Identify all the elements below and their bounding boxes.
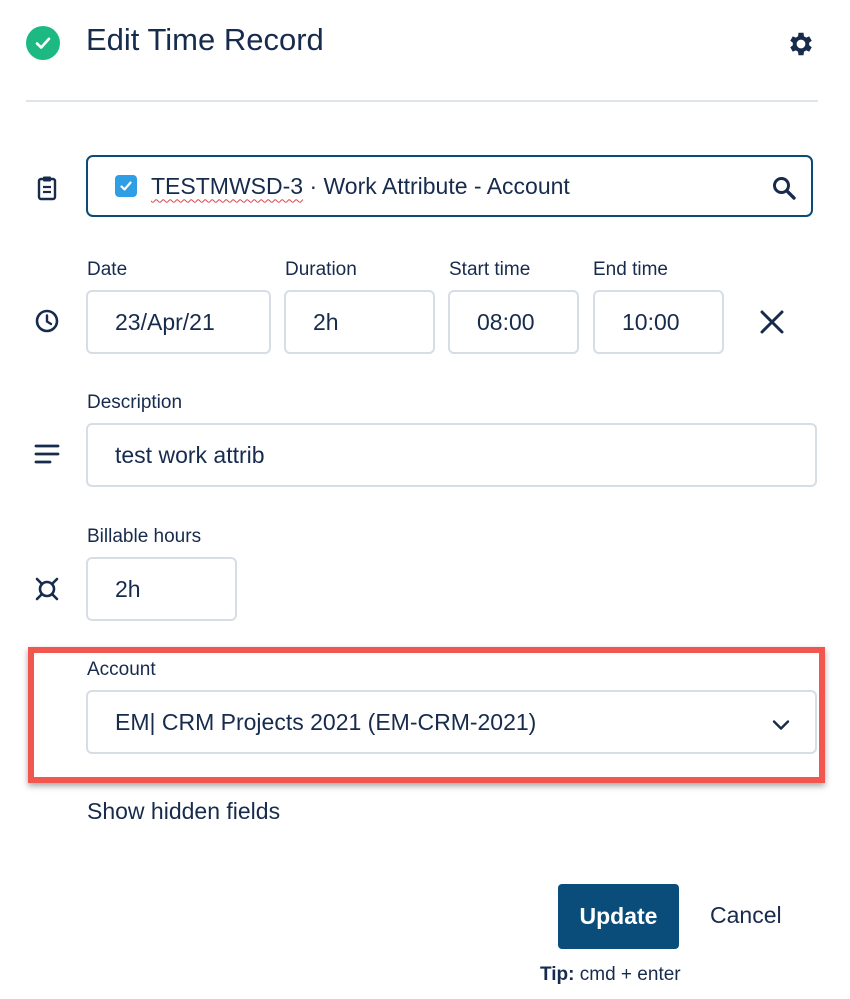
date-label: Date xyxy=(87,259,128,280)
header-divider xyxy=(26,100,818,102)
issue-picker[interactable]: TESTMWSD-3 · Work Attribute - Account xyxy=(86,155,813,217)
chevron-down-icon xyxy=(771,714,791,734)
show-hidden-fields-link[interactable]: Show hidden fields xyxy=(87,798,280,825)
search-icon[interactable] xyxy=(771,175,797,201)
cancel-button[interactable]: Cancel xyxy=(710,902,782,929)
currency-icon xyxy=(32,574,62,604)
issue-key: TESTMWSD-3 xyxy=(151,172,304,199)
account-label: Account xyxy=(87,659,156,680)
end-time-field[interactable]: 10:00 xyxy=(593,290,724,354)
check-circle-icon xyxy=(26,26,60,60)
keyboard-tip: Tip: cmd + enter xyxy=(540,964,681,986)
end-time-label: End time xyxy=(593,259,668,280)
account-selected-value: EM| CRM Projects 2021 (EM-CRM-2021) xyxy=(115,708,537,735)
account-select[interactable]: EM| CRM Projects 2021 (EM-CRM-2021) xyxy=(86,690,817,754)
checkbox-icon xyxy=(115,175,137,197)
tip-text: cmd + enter xyxy=(574,964,681,985)
page-title: Edit Time Record xyxy=(86,22,324,57)
start-time-label: Start time xyxy=(449,259,531,280)
lines-icon xyxy=(32,439,62,469)
clipboard-icon xyxy=(32,173,62,203)
update-button[interactable]: Update xyxy=(558,884,679,949)
duration-field[interactable]: 2h xyxy=(284,290,435,354)
issue-summary: Work Attribute - Account xyxy=(323,172,570,199)
duration-label: Duration xyxy=(285,259,357,280)
tip-label: Tip: xyxy=(540,964,575,985)
issue-separator: · xyxy=(303,172,324,199)
date-field[interactable]: 23/Apr/21 xyxy=(86,290,271,354)
clock-icon xyxy=(32,306,62,336)
description-field[interactable]: test work attrib xyxy=(86,423,817,487)
gear-icon[interactable] xyxy=(786,29,816,59)
close-icon[interactable] xyxy=(759,309,785,335)
description-label: Description xyxy=(87,392,183,413)
billable-hours-label: Billable hours xyxy=(87,526,202,547)
billable-hours-field[interactable]: 2h xyxy=(86,557,237,621)
start-time-field[interactable]: 08:00 xyxy=(448,290,579,354)
